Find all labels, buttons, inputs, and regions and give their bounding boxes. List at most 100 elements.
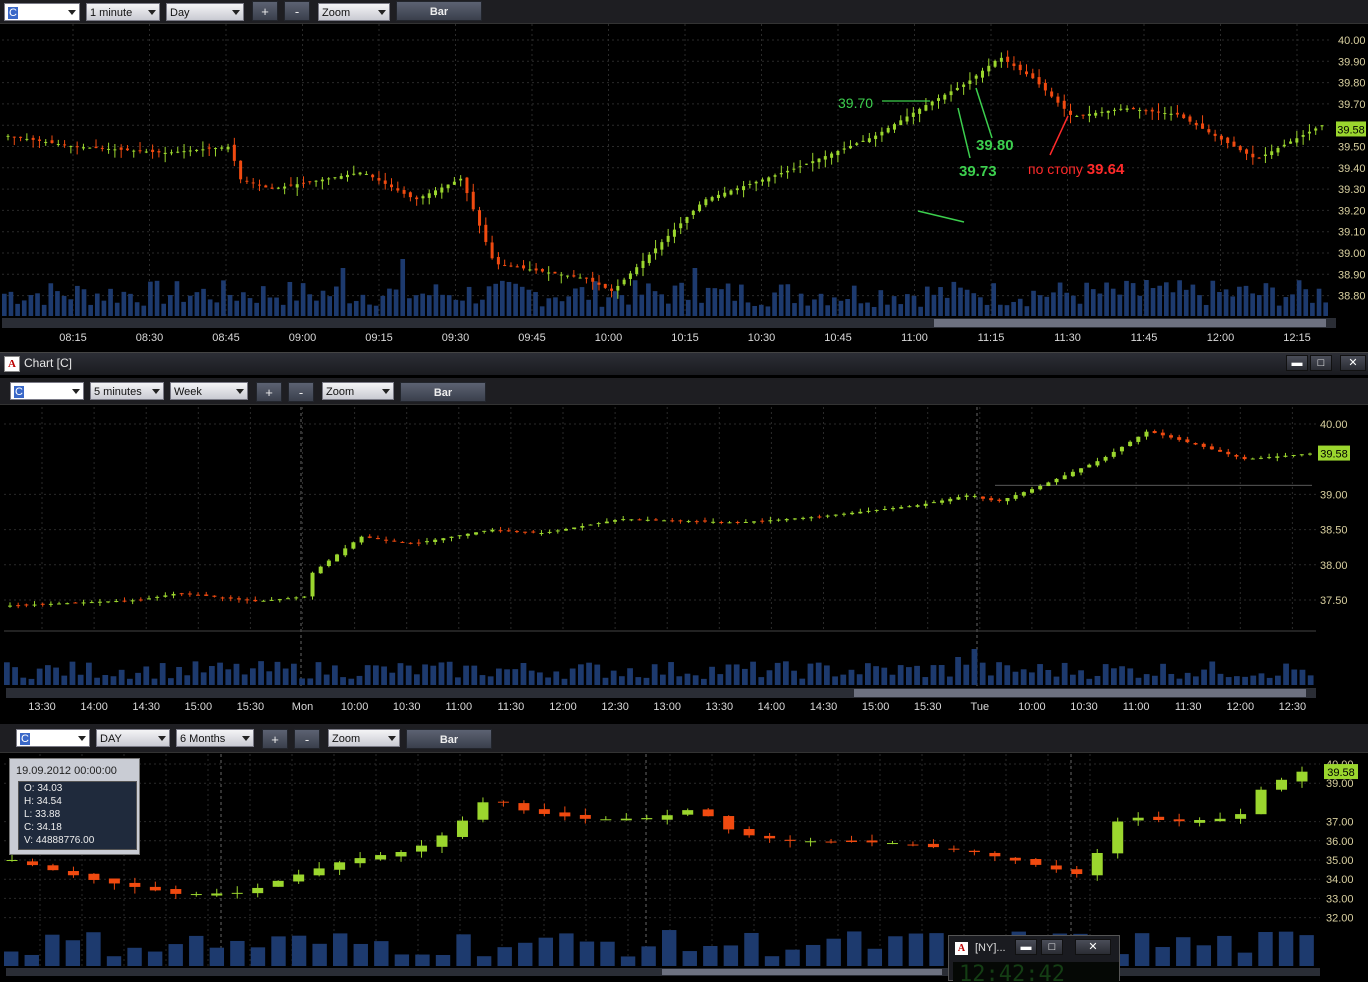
p3-candle [395,852,407,857]
p3-candle [723,816,735,830]
p2-volume-bar [537,672,543,685]
time-tick-label: 11:00 [901,332,928,344]
p2-volume-bar [1127,668,1134,685]
p1-volume-bar [294,300,299,316]
p2-candle [228,597,233,599]
p1-volume-bar [526,289,532,316]
p3-volume-bar [620,956,636,966]
price-chart-2[interactable]: 40.00 39.00 38.50 38.00 37.50 13:30 14:00 14:30… [0,352,1368,716]
maximize-button[interactable]: □ [1041,939,1063,955]
price-chart-1[interactable]: 40.0039.9039.8039.7039.6039.5039.4039.30… [0,0,1368,352]
p1-volume-bar [1203,304,1209,316]
p1-candle [647,254,651,264]
time-tick-label: 14:00 [758,701,786,713]
p1-volume-bar [725,283,731,316]
p1-candle [804,163,808,165]
p2-candle [809,517,814,519]
p2-candle [841,513,846,515]
p2-volume-bar [627,668,633,685]
price-tick-label: 39.90 [1338,56,1366,68]
p3-volume-bar [106,956,122,966]
time-tick-label: Tue [971,701,990,713]
p2-candle [514,531,519,533]
p2-candle [40,603,45,605]
p1-candle [471,191,475,210]
p2-volume-bar [496,668,502,685]
p3-volume-bar [867,948,883,966]
p1-candle [138,150,142,152]
p1-volume-bar [493,283,499,316]
price-chart-3[interactable]: 40.0039.0037.0036.0035.0034.0033.0032.00… [0,716,1368,979]
p2-candle [138,599,143,601]
p2-volume-bar [651,664,658,685]
annotation-level: 39.70 [838,95,874,111]
p1-candle [377,178,381,181]
p2-candle [1079,468,1084,473]
p1-volume-bar [1316,288,1322,316]
p1-volume-bar [400,259,406,316]
p2-volume-bar [455,677,461,685]
p2-candle [294,597,299,599]
p1-volume-bar [719,289,724,316]
p1-candle [509,265,513,267]
p2-volume-bar [1020,669,1027,685]
p1-volume-bar [752,305,757,316]
price-tick-label: 38.00 [1320,560,1348,572]
p1-candle [478,210,482,226]
p1-candle [1025,71,1029,75]
p2-volume-bar [77,674,84,685]
p2-candle [1218,449,1223,452]
p1-volume-bar [75,285,80,316]
p2-volume-bar [1135,677,1142,685]
p3-candle [518,803,530,811]
p3-candle [1112,821,1124,854]
p1-candle [1113,109,1117,111]
p2-volume-bar [323,674,330,685]
p2-volume-bar [684,673,691,685]
p2-candle [858,511,863,514]
mini-clock-window[interactable]: A [NY]... ▬ □ ✕ 12:42:42 [948,935,1120,982]
p1-volume-bar [1097,293,1103,316]
clock-display: 12:42:42 [953,962,1119,982]
p2-candle [923,503,928,506]
p2-volume-bar [53,667,59,685]
p2-candle [1136,436,1141,442]
p2-candle [400,541,405,543]
p1-candle [427,193,431,198]
p1-volume-bar [94,293,100,316]
p1-volume-bar [964,289,970,316]
p1-volume-bar [1237,286,1242,316]
p1-candle [603,283,607,288]
p1-candle [452,181,456,185]
p1-candle [911,112,915,117]
p1-volume-bar [573,288,578,316]
close-button[interactable]: ✕ [1075,939,1111,955]
p2-volume-bar [373,665,379,685]
p1-candle [924,105,928,111]
p1-volume-bar [280,304,286,316]
p2-candle [1299,454,1304,456]
p2-volume-bar [709,666,715,685]
p2-volume-bar [1266,677,1273,685]
p1-volume-bar [592,281,598,316]
price-tick-label: 37.00 [1326,817,1354,829]
p1-volume-bar [785,284,791,316]
p2-volume-bar [307,678,314,685]
p2-candle [613,520,618,522]
p2-candle [146,598,151,600]
p3-volume-bar [1237,952,1253,966]
p2-candle [261,600,266,602]
p3-candle [886,843,898,845]
p1-candle [37,139,41,141]
p2-volume-bar [619,676,625,685]
p2-volume-bar [414,674,420,685]
p1-volume-bar [247,298,253,316]
minimize-button[interactable]: ▬ [1015,939,1037,955]
p2-candle [752,521,757,523]
p1-volume-bar [108,288,113,316]
p1-candle [817,158,821,163]
p2-volume-bar [487,676,494,685]
p1-candle [459,178,463,181]
p2-candle [441,538,446,541]
p2-volume-bar [1152,675,1158,685]
